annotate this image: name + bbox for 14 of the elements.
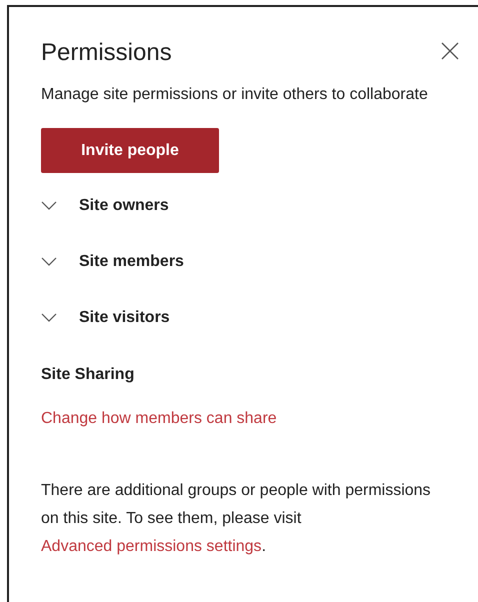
close-button[interactable] (441, 42, 459, 60)
panel-title: Permissions (41, 38, 172, 68)
invite-people-button[interactable]: Invite people (41, 128, 219, 173)
group-toggle[interactable]: Site members (41, 251, 437, 273)
change-sharing-link[interactable]: Change how members can share (41, 407, 437, 431)
panel-description: Manage site permissions or invite others to collaborate (41, 85, 429, 105)
advanced-permissions-link[interactable]: Advanced permissions settings (41, 538, 262, 555)
group-toggle[interactable]: Site owners (41, 195, 437, 217)
chevron-icon (41, 313, 57, 323)
chevron-icon (41, 257, 57, 267)
section-heading: Site Sharing (41, 365, 136, 385)
advanced-permissions-note: There are additional groups or people with permissions on this site. To see them, please visit Advanced permissions settings. (41, 481, 432, 557)
chevron-icon (41, 201, 57, 211)
group-toggle[interactable]: Site visitors (41, 307, 437, 329)
